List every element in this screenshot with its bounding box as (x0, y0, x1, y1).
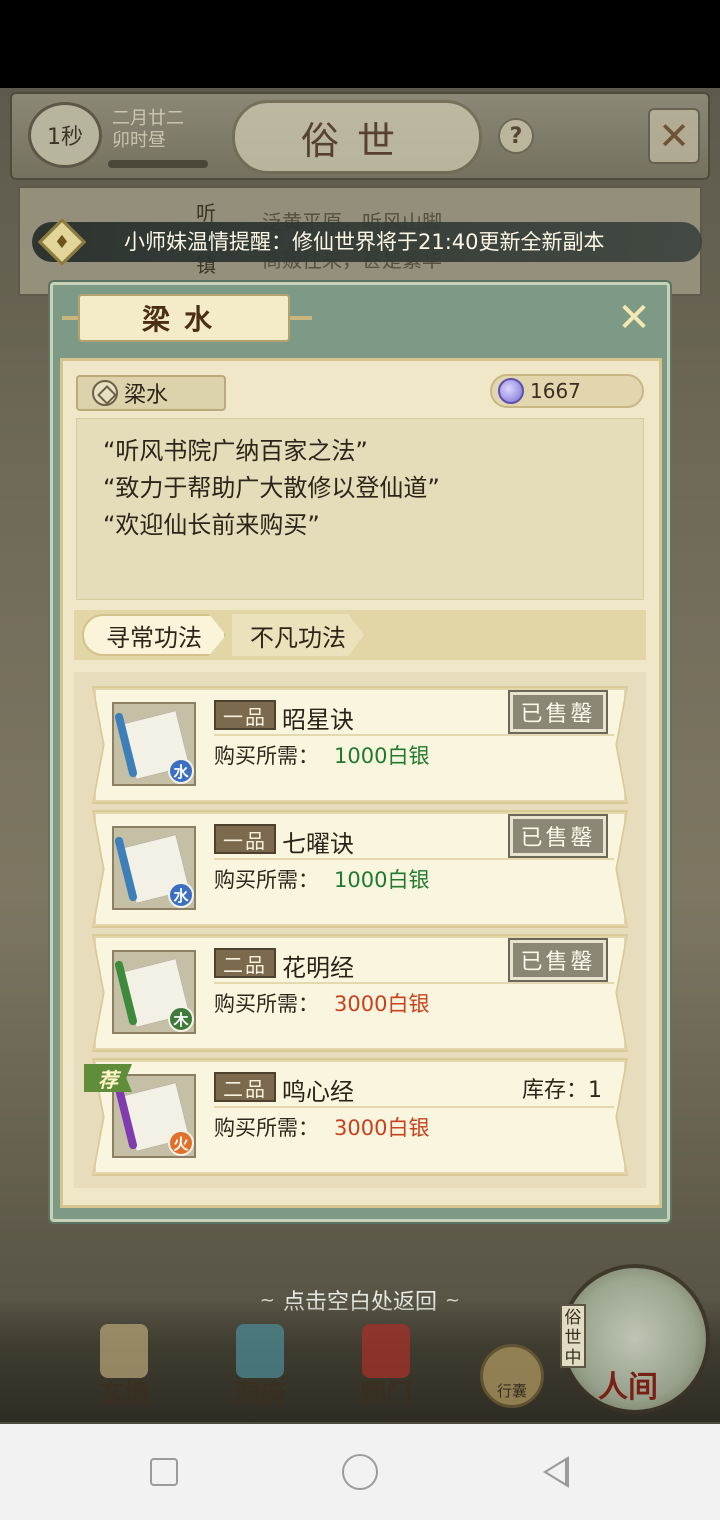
item-name: 七曜诀 (282, 830, 354, 858)
currency-amount: 1667 (530, 379, 581, 403)
bag-button[interactable]: 行囊 (480, 1344, 544, 1408)
price-value: 3000白银 (334, 1116, 430, 1140)
stock-count: 库存：1 (522, 1078, 602, 1103)
divider (214, 982, 614, 984)
grade-badge: 二品 (214, 1072, 276, 1102)
item-name: 鸣心经 (282, 1078, 354, 1106)
element-badge: 水 (168, 882, 194, 908)
page-title: 俗世 (232, 100, 482, 174)
element-badge: 水 (168, 758, 194, 784)
price-label: 购买所需： (214, 1116, 319, 1140)
divider (214, 734, 614, 736)
nav-shimen[interactable]: 师门 (336, 1324, 436, 1414)
modal-title: 梁水 (78, 294, 290, 342)
sold-out-badge: 已售罄 (508, 938, 608, 982)
price-value: 1000白银 (334, 744, 430, 768)
recent-apps-button[interactable] (144, 1450, 184, 1494)
item-name: 昭星诀 (282, 706, 354, 734)
intro-line: “欢迎仙长前来购买” (103, 511, 320, 539)
game-date-line1: 二月廿二 (112, 108, 184, 129)
price-label: 购买所需： (214, 868, 319, 892)
time-indicator: 1秒 (28, 102, 102, 168)
price-label: 购买所需： (214, 992, 319, 1016)
element-badge: 火 (168, 1130, 194, 1156)
recommended-flag: 荐 (84, 1064, 132, 1092)
help-icon[interactable]: ? (498, 118, 534, 154)
home-button[interactable] (340, 1450, 380, 1494)
divider (214, 1106, 614, 1108)
sold-out-badge: 已售罄 (508, 690, 608, 734)
notice-text: 小师妹温情提醒：修仙世界将于21:40更新全新副本 (124, 230, 605, 254)
nav-label: 师门 (359, 1380, 412, 1410)
nav-xuanjing[interactable]: 玄境 (74, 1324, 174, 1414)
element-badge: 木 (168, 1006, 194, 1032)
intro-line: “听风书院广纳百家之法” (103, 437, 368, 465)
spirit-coin-icon (498, 378, 524, 404)
npc-name-tag: 梁水 (76, 375, 226, 411)
sold-out-badge: 已售罄 (508, 814, 608, 858)
time-progress-bar (108, 160, 208, 168)
banner-icon (362, 1324, 410, 1378)
intro-line: “致力于帮助广大散修以登仙道” (103, 474, 440, 502)
grade-badge: 一品 (214, 700, 276, 730)
back-button[interactable] (536, 1450, 576, 1494)
square-icon (150, 1458, 178, 1486)
top-close-icon[interactable]: ✕ (648, 108, 700, 164)
game-date-line2: 卯时昼 (112, 130, 166, 151)
npc-name: 梁水 (124, 383, 169, 408)
back-triangle-icon (543, 1456, 569, 1488)
npc-badge-icon (92, 380, 118, 406)
shop-intro: “听风书院广纳百家之法” “致力于帮助广大散修以登仙道” “欢迎仙长前来购买” (76, 418, 644, 600)
item-name: 花明经 (282, 954, 354, 982)
grade-badge: 二品 (214, 948, 276, 978)
price-label: 购买所需： (214, 744, 319, 768)
circle-icon (342, 1454, 378, 1490)
bell-icon: ♦ (36, 217, 88, 267)
game-date: 二月廿二 卯时昼 (112, 108, 202, 152)
pavilion-icon (236, 1324, 284, 1378)
human-world-label: 人间 (598, 1370, 658, 1405)
world-status-tag: 俗世中 (560, 1304, 586, 1368)
nav-label: 玄境 (97, 1380, 150, 1410)
title-ornament-right (290, 316, 312, 320)
close-icon[interactable]: ✕ (612, 295, 656, 341)
nav-label: 洞府 (233, 1380, 286, 1410)
price-value: 1000白银 (334, 868, 430, 892)
price-value: 3000白银 (334, 992, 430, 1016)
divider (214, 858, 614, 860)
currency-display: 1667 (490, 374, 644, 408)
scroll-icon (100, 1324, 148, 1378)
nav-dongfu[interactable]: 洞府 (210, 1324, 310, 1414)
tab-common-skills[interactable]: 寻常功法 (82, 614, 226, 656)
bag-label: 行囊 (496, 1382, 527, 1400)
tab-rare-skills[interactable]: 不凡功法 (232, 614, 364, 656)
grade-badge: 一品 (214, 824, 276, 854)
